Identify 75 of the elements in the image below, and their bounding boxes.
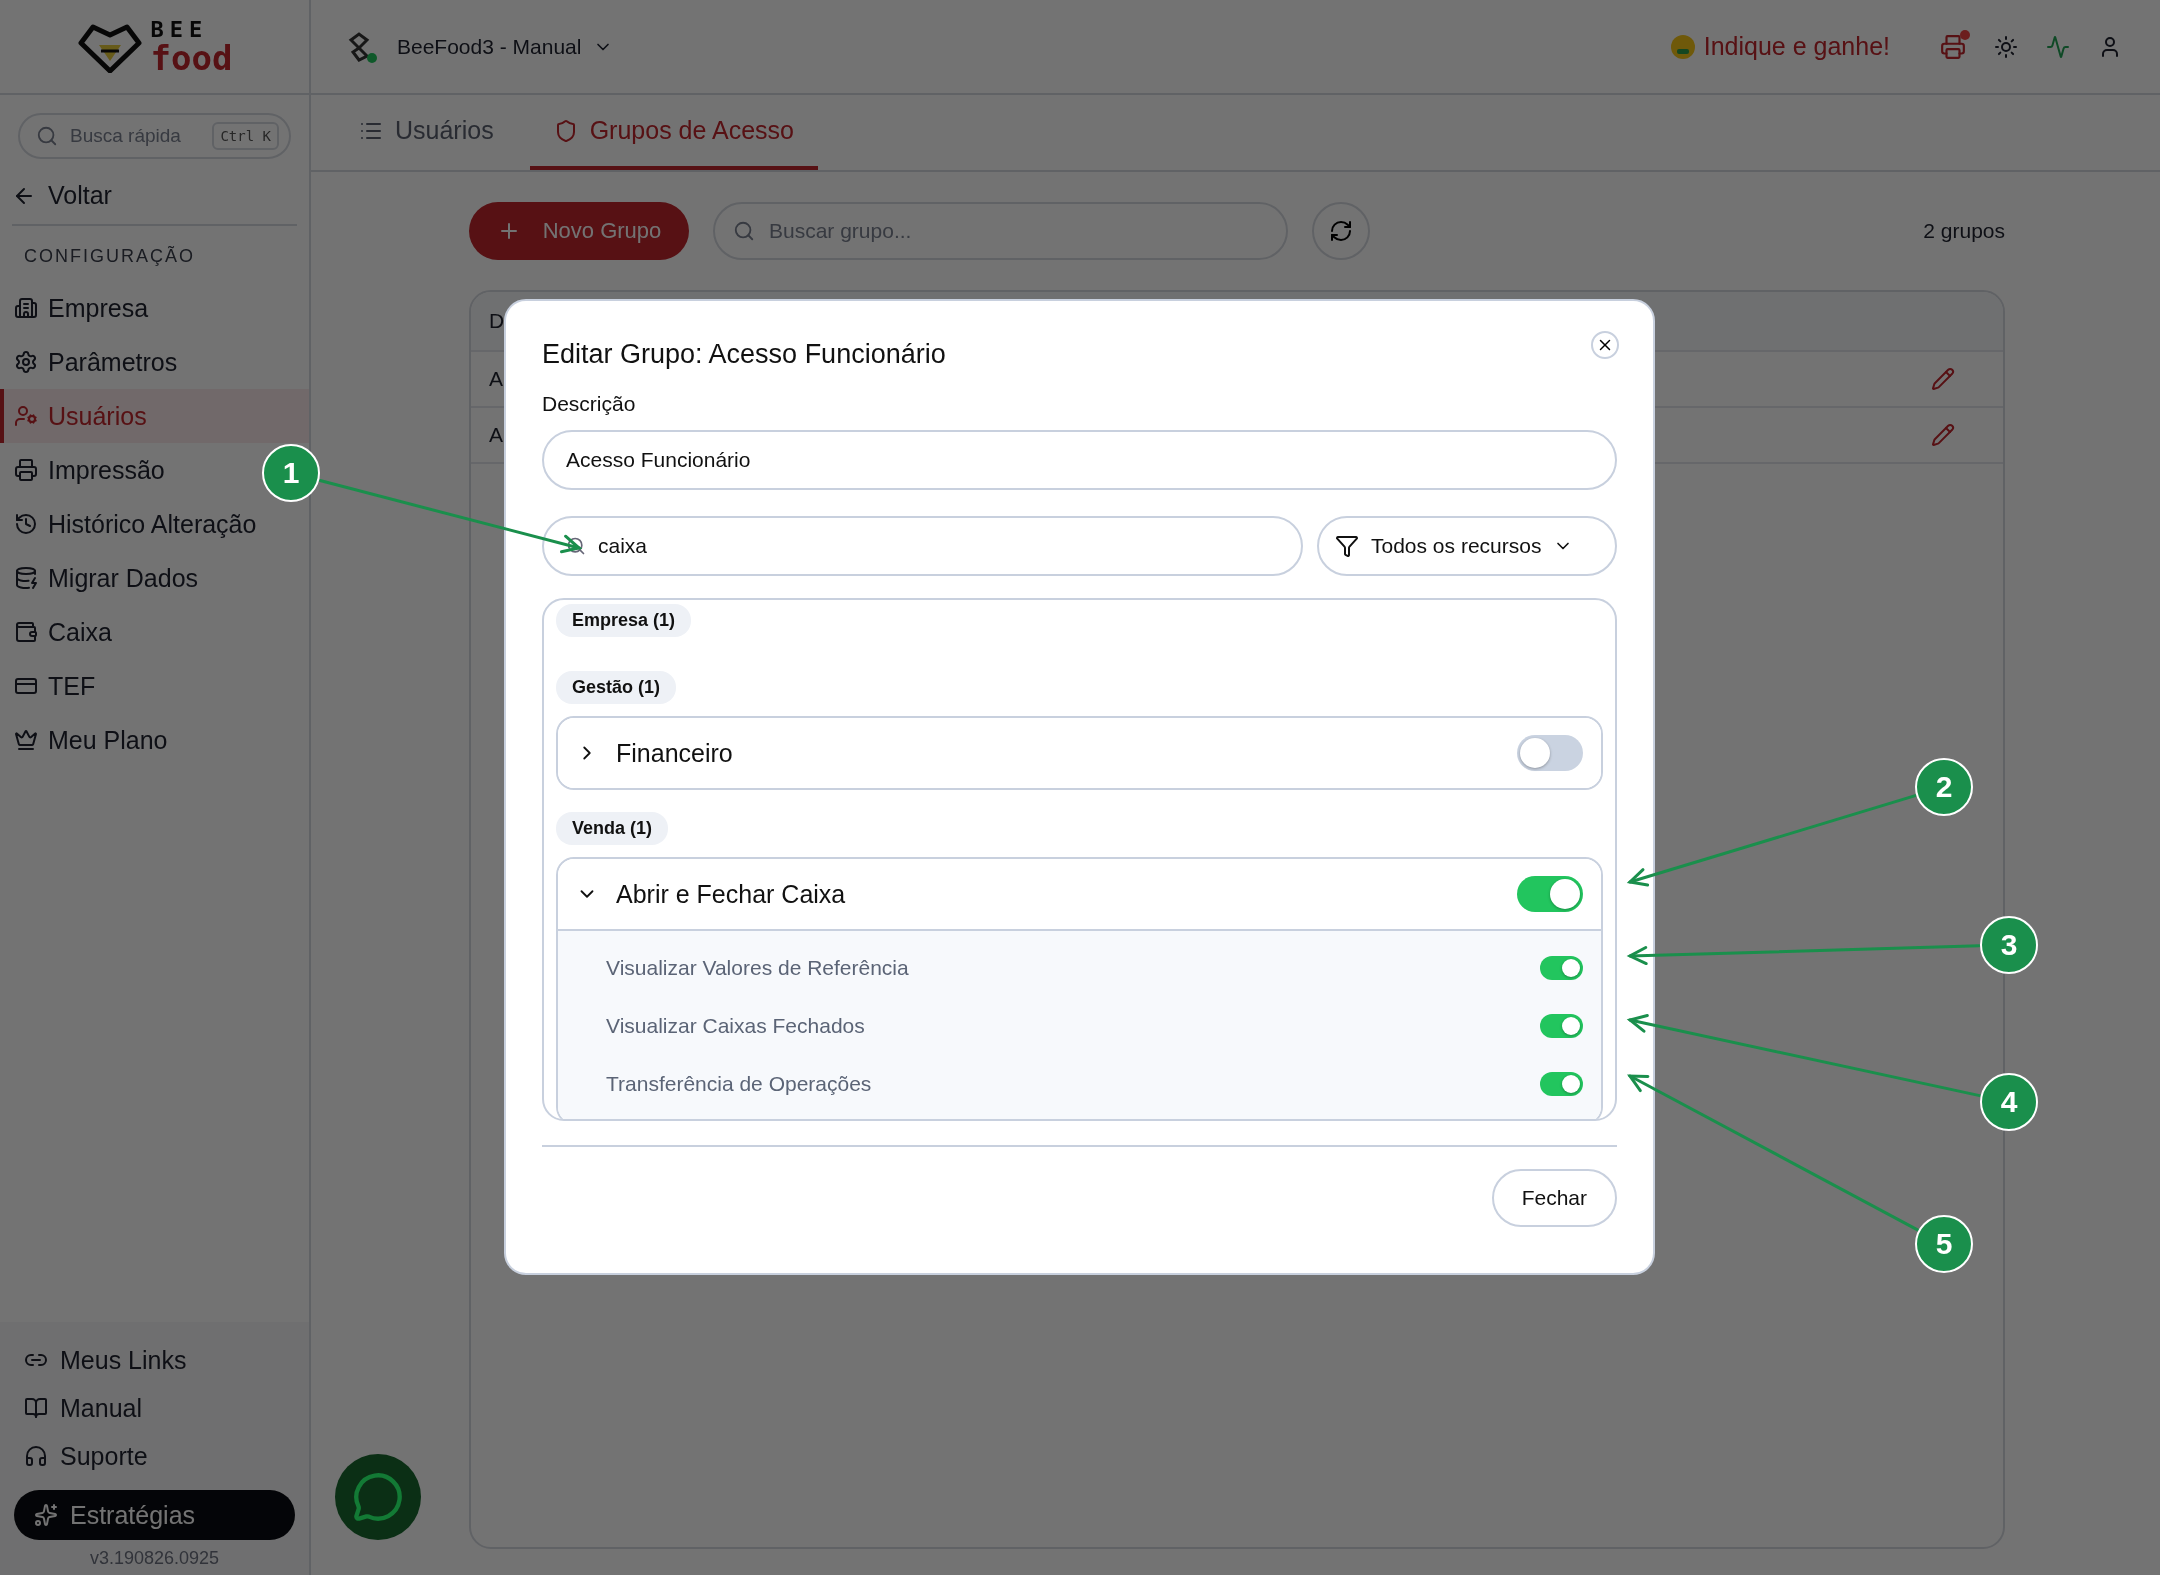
sub-permission-label: Transferência de Operações — [606, 1072, 872, 1096]
toggle-switch[interactable] — [1517, 876, 1583, 912]
section-heading: CONFIGURAÇÃO — [24, 246, 196, 267]
table-cell: A — [489, 423, 503, 447]
project-selector[interactable]: BeeFood3 - Manual — [391, 33, 620, 60]
toggle-switch[interactable] — [1540, 1014, 1583, 1038]
sidebar-item[interactable]: Parâmetros — [0, 335, 309, 389]
settings-icon — [14, 350, 38, 374]
printer-icon — [1940, 33, 1966, 60]
sidebar-item[interactable]: Migrar Dados — [0, 551, 309, 605]
field-label: Descrição — [542, 392, 637, 416]
logo-text: food — [150, 40, 233, 75]
group-count: 2 grupos — [1923, 219, 2005, 243]
referral-link[interactable]: Indique e ganhe! — [1669, 32, 1890, 61]
sidebar-item[interactable]: Empresa — [0, 281, 309, 335]
shortcut-key: Ctrl K — [212, 122, 279, 150]
sidebar-item[interactable]: Caixa — [0, 605, 309, 659]
search-icon — [733, 220, 755, 242]
logo-text: BEE — [150, 18, 210, 41]
callout-number: 5 — [1915, 1215, 1973, 1273]
permission-search-field[interactable]: caixa — [542, 516, 1303, 576]
group-chip: Empresa (1) — [556, 604, 692, 637]
sub-permission-label: Visualizar Valores de Referência — [606, 956, 909, 980]
sidebar-link[interactable]: Meus Links — [0, 1336, 309, 1384]
resource-filter[interactable]: Todos os recursos — [1317, 516, 1617, 576]
printer-icon — [14, 458, 38, 482]
callout-number: 4 — [1980, 1073, 2038, 1131]
user-gear-icon — [14, 404, 38, 428]
crown-icon — [14, 728, 38, 752]
toggle-switch[interactable] — [1540, 1072, 1583, 1096]
new-group-button[interactable]: Novo Grupo — [469, 202, 689, 260]
sidebar-item[interactable]: Meu Plano — [0, 713, 309, 767]
strategies-button[interactable]: Estratégias — [14, 1490, 295, 1540]
chat-icon — [352, 1471, 404, 1523]
search-icon — [566, 536, 586, 556]
building-icon — [14, 296, 38, 320]
sidebar-link[interactable]: Suporte — [0, 1432, 309, 1480]
close-dialog-button[interactable]: Fechar — [1491, 1169, 1617, 1227]
quick-search-field[interactable]: Busca rápida Ctrl K — [18, 113, 291, 159]
back-link[interactable]: Voltar — [12, 181, 297, 226]
edit-icon[interactable] — [1931, 423, 1955, 447]
table-cell: A — [489, 367, 503, 391]
permission-name[interactable]: Financeiro — [616, 738, 733, 768]
sidebar-item[interactable]: TEF — [0, 659, 309, 713]
refresh-icon — [1329, 219, 1353, 243]
database-icon — [14, 566, 38, 590]
permission-name[interactable]: Abrir e Fechar Caixa — [616, 879, 846, 909]
callout-number: 2 — [1915, 758, 1973, 816]
filter-icon — [1335, 534, 1359, 558]
callout-number: 3 — [1980, 916, 2038, 974]
close-button[interactable] — [1591, 331, 1619, 359]
wallet-icon — [14, 620, 38, 644]
sub-permission-label: Visualizar Caixas Fechados — [606, 1014, 865, 1038]
toggle-switch[interactable] — [1540, 956, 1583, 980]
version-text: v3.190826.0925 — [89, 1548, 220, 1569]
column-header: D — [489, 309, 505, 333]
sidebar-link[interactable]: Manual — [0, 1384, 309, 1432]
tab[interactable]: Usuários — [335, 95, 518, 170]
emoji-face-icon — [1669, 33, 1696, 60]
book-icon — [24, 1396, 48, 1420]
history-icon — [14, 512, 38, 536]
activity-icon — [2046, 34, 2070, 59]
edit-icon[interactable] — [1931, 367, 1955, 391]
group-chip: Venda (1) — [556, 812, 669, 845]
group-search-field[interactable]: Buscar grupo... — [713, 202, 1288, 260]
group-chip: Gestão (1) — [556, 671, 677, 704]
sparkles-icon — [34, 1503, 58, 1527]
search-icon — [36, 125, 58, 147]
description-field[interactable]: Acesso Funcionário — [542, 430, 1617, 490]
sidebar-item[interactable]: Usuários — [0, 389, 309, 443]
tab[interactable]: Grupos de Acesso — [529, 95, 818, 170]
toggle-switch[interactable] — [1517, 735, 1583, 771]
dialog-title: Editar Grupo: Acesso Funcionário — [542, 339, 946, 370]
headphones-icon — [24, 1444, 48, 1468]
sun-icon — [1994, 34, 2018, 59]
